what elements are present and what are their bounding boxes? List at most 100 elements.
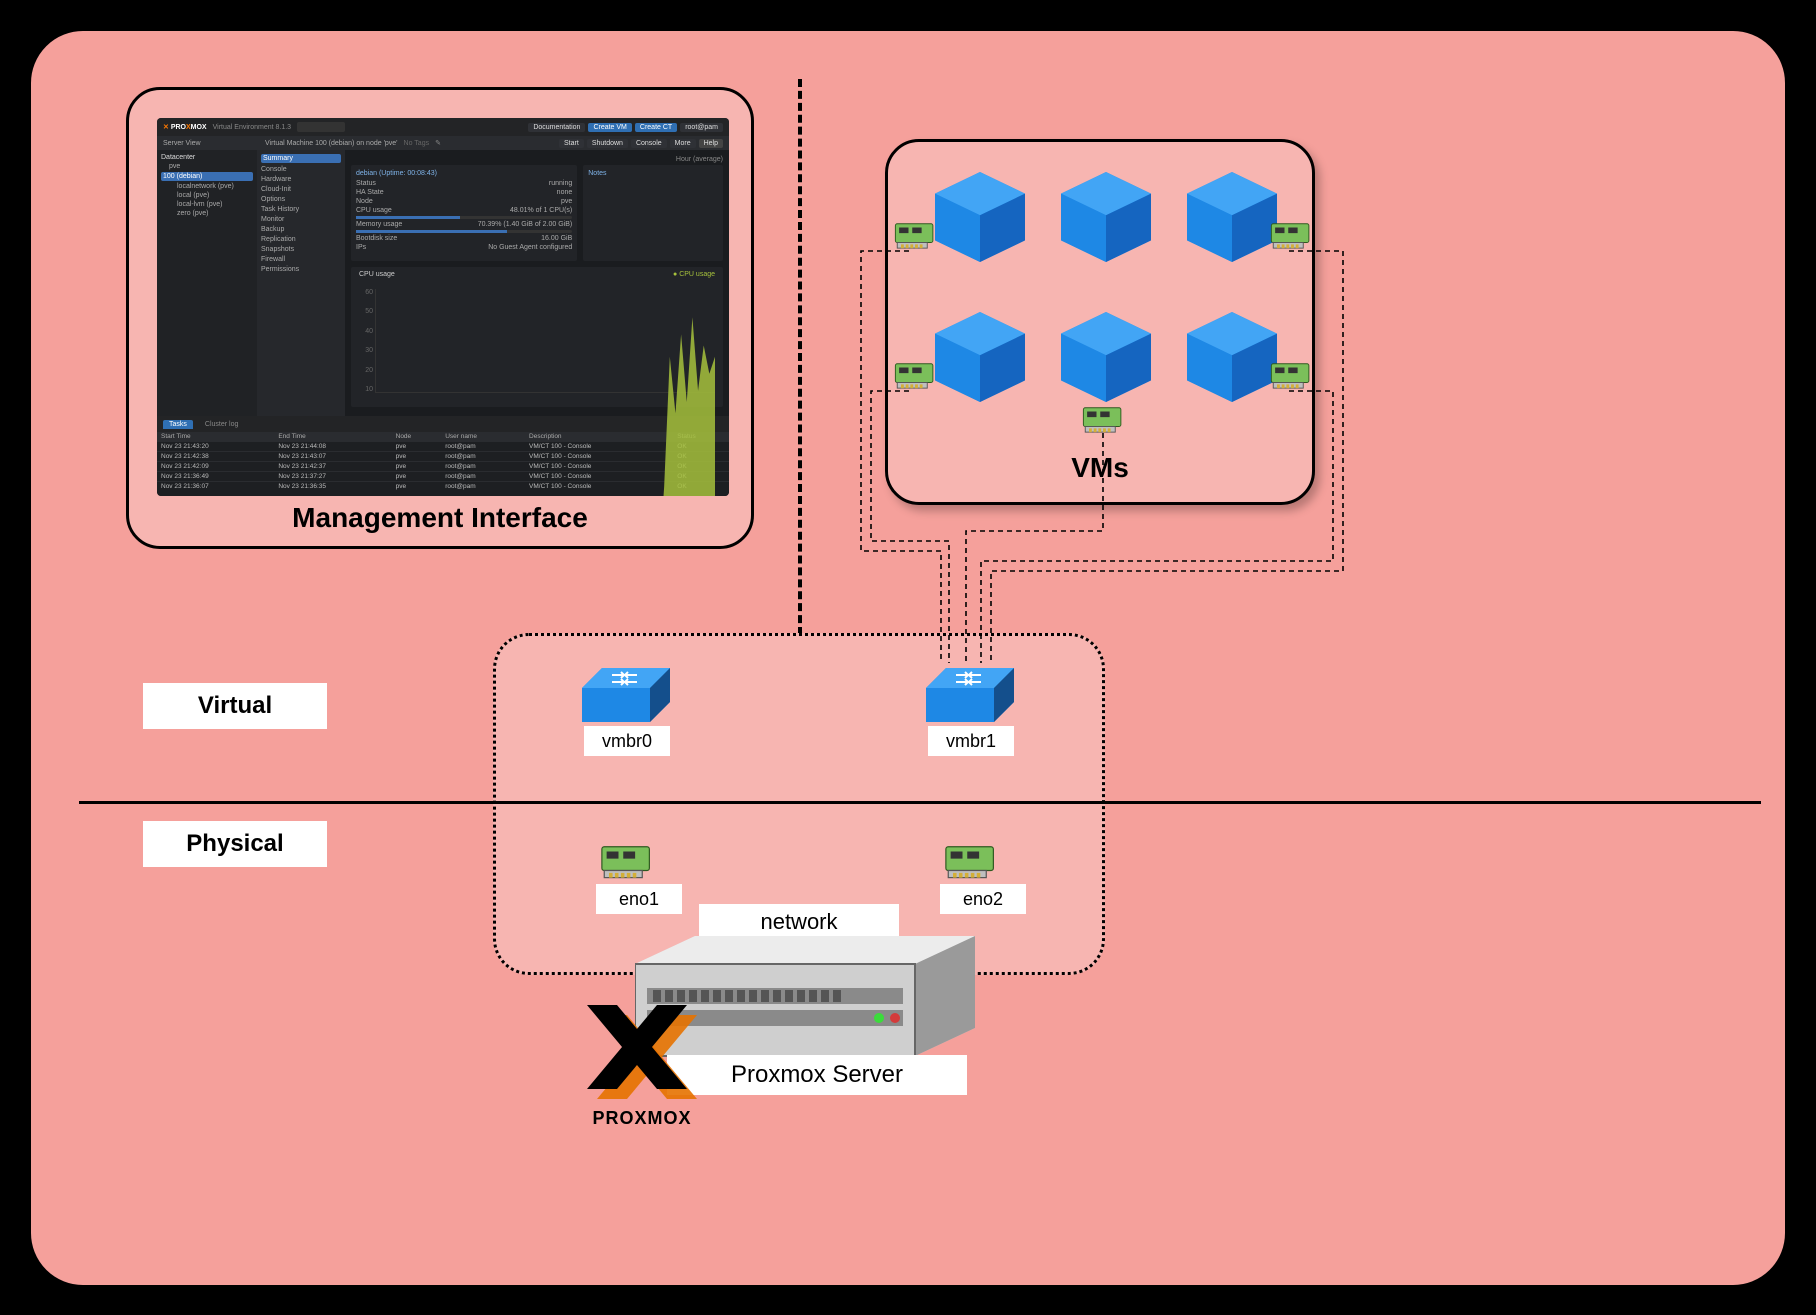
mem-bar — [356, 230, 507, 233]
create-vm-button[interactable]: Create VM — [588, 123, 631, 132]
vms-label: VMs — [888, 452, 1312, 484]
table-cell: Nov 23 21:42:37 — [274, 462, 391, 472]
eno2-nic-icon — [944, 842, 1000, 880]
cpu-bar — [356, 216, 460, 219]
env-label: Virtual Environment 8.1.3 — [213, 124, 291, 131]
node-label: Node — [356, 198, 373, 205]
table-cell: Nov 23 21:36:49 — [157, 472, 274, 482]
vm-cube-5 — [1056, 312, 1156, 402]
no-tags-label: No Tags — [404, 140, 430, 147]
table-cell: Nov 23 21:37:27 — [274, 472, 391, 482]
menu-console[interactable]: Console — [261, 166, 341, 173]
proxmox-logo: PROXMOX — [567, 1005, 717, 1145]
cpu-chart-legend: ● CPU usage — [673, 271, 715, 278]
help-button[interactable]: Help — [699, 139, 723, 148]
search-input[interactable] — [297, 122, 345, 132]
tab-tasks[interactable]: Tasks — [163, 420, 193, 429]
mem-label: Memory usage — [356, 221, 402, 228]
proxmox-x-icon — [587, 1005, 697, 1099]
more-button[interactable]: More — [670, 139, 696, 148]
virtual-physical-divider — [79, 801, 1761, 804]
switch-vmbr1 — [926, 668, 1014, 722]
docs-button[interactable]: Documentation — [528, 123, 585, 132]
start-button[interactable]: Start — [559, 139, 584, 148]
vm-cube-6 — [1182, 312, 1282, 402]
notes-title: Notes — [588, 170, 718, 177]
menu-permissions[interactable]: Permissions — [261, 266, 341, 273]
cpu-chart: CPU usage ● CPU usage 6050 4030 2010 — [351, 267, 723, 407]
eno1-label: eno1 — [596, 884, 682, 914]
tree-datacenter[interactable]: Datacenter — [161, 154, 253, 161]
y-axis-ticks: 6050 4030 2010 — [357, 289, 373, 393]
summary-panel: Hour (average) debian (Uptime: 00:08:43)… — [345, 150, 729, 416]
boot-label: Bootdisk size — [356, 235, 397, 242]
server-view-label: Server View — [163, 140, 259, 147]
vms-panel: VMs — [885, 139, 1315, 505]
chart-svg — [376, 289, 715, 496]
status-card-title: debian (Uptime: 00:08:43) — [356, 170, 572, 177]
tasks-col[interactable]: End Time — [274, 432, 391, 442]
tree-vm-100[interactable]: 100 (debian) — [161, 172, 253, 181]
table-cell: Nov 23 21:36:35 — [274, 482, 391, 492]
virtual-label: Virtual — [143, 683, 327, 729]
vm3-nic-icon — [1270, 220, 1314, 250]
chart-area — [375, 289, 715, 393]
table-cell: Nov 23 21:44:08 — [274, 442, 391, 452]
menu-summary[interactable]: Summary — [261, 154, 341, 163]
management-interface-panel: ✕ PROXMOX Virtual Environment 8.1.3 Docu… — [126, 87, 754, 549]
vm6-nic-icon — [1270, 360, 1314, 390]
vm-cube-4 — [930, 312, 1030, 402]
status-value: running — [549, 180, 572, 187]
network-box: vmbr0 vmbr1 eno1 eno2 network — [493, 633, 1105, 975]
resource-tree[interactable]: Datacenter pve 100 (debian) localnetwork… — [157, 150, 257, 416]
vm1-nic-icon — [894, 220, 938, 250]
vm-cube-3 — [1182, 172, 1282, 262]
cpu-label: CPU usage — [356, 207, 392, 214]
physical-label: Physical — [143, 821, 327, 867]
vmbr1-label: vmbr1 — [928, 726, 1014, 756]
shutdown-button[interactable]: Shutdown — [587, 139, 628, 148]
menu-cloud-init[interactable]: Cloud-Init — [261, 186, 341, 193]
tree-node-pve[interactable]: pve — [161, 163, 253, 170]
breadcrumb: Virtual Machine 100 (debian) on node 'pv… — [265, 140, 398, 147]
menu-replication[interactable]: Replication — [261, 236, 341, 243]
status-label: Status — [356, 180, 376, 187]
management-interface-label: Management Interface — [129, 502, 751, 534]
proxmox-breadcrumb-bar: Server View Virtual Machine 100 (debian)… — [157, 136, 729, 150]
menu-snapshots[interactable]: Snapshots — [261, 246, 341, 253]
menu-task-history[interactable]: Task History — [261, 206, 341, 213]
vm5-nic-icon — [1082, 404, 1126, 434]
create-ct-button[interactable]: Create CT — [635, 123, 677, 132]
table-cell: Nov 23 21:42:09 — [157, 462, 274, 472]
tree-item[interactable]: zero (pve) — [161, 210, 253, 217]
menu-hardware[interactable]: Hardware — [261, 176, 341, 183]
table-cell: Nov 23 21:43:20 — [157, 442, 274, 452]
mem-value: 70.39% (1.40 GiB of 2.00 GiB) — [478, 221, 573, 228]
tree-item[interactable]: localnetwork (pve) — [161, 183, 253, 190]
vmbr0-label: vmbr0 — [584, 726, 670, 756]
proxmox-wordmark: PROXMOX — [567, 1108, 717, 1129]
switch-vmbr0 — [582, 668, 670, 722]
console-button[interactable]: Console — [631, 139, 667, 148]
status-card: debian (Uptime: 00:08:43) Statusrunning … — [351, 165, 577, 261]
tree-item[interactable]: local (pve) — [161, 192, 253, 199]
cpu-value: 48.01% of 1 CPU(s) — [510, 207, 572, 214]
proxmox-logo-text: ✕ PROXMOX — [163, 123, 207, 131]
edit-icon[interactable]: ✎ — [435, 139, 441, 147]
menu-options[interactable]: Options — [261, 196, 341, 203]
hour-average-label: Hour (average) — [351, 156, 723, 163]
menu-backup[interactable]: Backup — [261, 226, 341, 233]
menu-monitor[interactable]: Monitor — [261, 216, 341, 223]
proxmox-screenshot: ✕ PROXMOX Virtual Environment 8.1.3 Docu… — [157, 118, 729, 496]
tab-cluster-log[interactable]: Cluster log — [199, 420, 244, 429]
vm-side-menu: Summary Console Hardware Cloud-Init Opti… — [257, 150, 345, 416]
tree-item[interactable]: local-lvm (pve) — [161, 201, 253, 208]
proxmox-body: Datacenter pve 100 (debian) localnetwork… — [157, 150, 729, 416]
tasks-col[interactable]: Start Time — [157, 432, 274, 442]
node-value: pve — [561, 198, 572, 205]
user-menu[interactable]: root@pam — [680, 123, 723, 132]
menu-firewall[interactable]: Firewall — [261, 256, 341, 263]
eno1-nic-icon — [600, 842, 656, 880]
boot-value: 16.00 GiB — [541, 235, 572, 242]
ha-value: none — [557, 189, 573, 196]
